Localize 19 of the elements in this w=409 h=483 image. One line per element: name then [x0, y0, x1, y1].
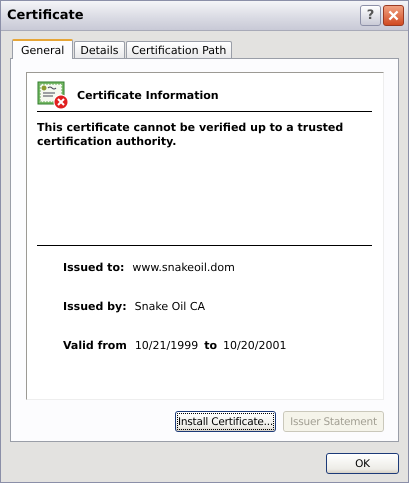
date-value: 10/21/1999: [134, 339, 198, 352]
close-button[interactable]: [383, 5, 404, 26]
info-heading: Certificate Information: [77, 88, 219, 102]
tab[interactable]: Details: [74, 41, 124, 58]
field-label: to: [204, 339, 218, 352]
field-label: Issued to:: [63, 261, 124, 274]
tab[interactable]: Certification Path: [126, 41, 232, 58]
field-value: Snake Oil CA: [134, 300, 206, 313]
certificate-error-icon: [37, 80, 69, 110]
field-label: Issued by:: [63, 300, 127, 313]
warning-message: This certificate cannot be verified up to a trusted certification authority.: [37, 121, 344, 148]
help-button[interactable]: ?: [360, 5, 381, 26]
panel-button[interactable]: Install Certificate...: [175, 411, 276, 432]
window-title: Certificate: [7, 8, 85, 23]
field-value: www.snakeoil.dom: [132, 261, 235, 274]
ok-button[interactable]: OK: [326, 453, 399, 474]
field-label: Valid from: [63, 339, 127, 352]
date-value: 10/20/2001: [223, 339, 286, 352]
tab[interactable]: General: [12, 39, 74, 59]
